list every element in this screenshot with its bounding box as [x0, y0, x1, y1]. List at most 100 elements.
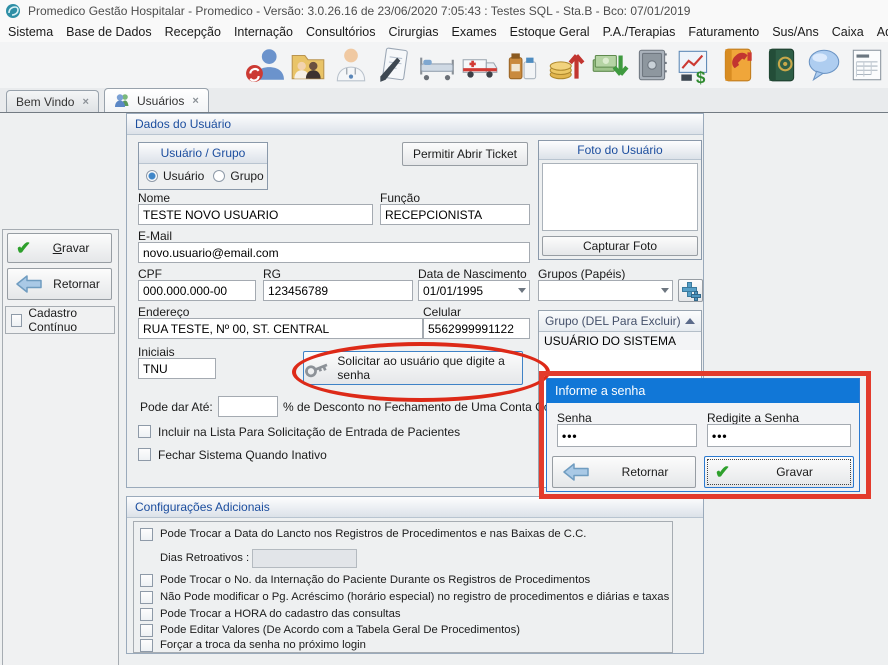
cadastro-continuo-label: Cadastro Contínuo [28, 306, 114, 334]
grupos-papeis-combo[interactable] [538, 280, 673, 301]
endereco-input[interactable] [138, 318, 423, 339]
ambulance-icon[interactable] [460, 45, 500, 85]
config-checkbox-4[interactable] [140, 624, 153, 637]
config-checkbox-3[interactable] [140, 608, 153, 621]
incluir-lista-label: Incluir na Lista Para Solicitação de Ent… [158, 425, 460, 439]
menu-sistema[interactable]: Sistema [3, 25, 58, 39]
finance-chart-icon[interactable]: $ [675, 45, 715, 85]
grupos-papeis-label: Grupos (Papéis) [538, 267, 625, 281]
config-checkbox-5[interactable] [140, 639, 153, 652]
fechar-sistema-label: Fechar Sistema Quando Inativo [158, 448, 327, 462]
radio-usuario[interactable] [146, 170, 158, 182]
tab-usuarios[interactable]: Usuários × [104, 88, 209, 112]
cpf-input[interactable] [138, 280, 256, 301]
title-bar: Promedico Gestão Hospitalar - Promedico … [0, 0, 888, 22]
config-checkbox-1[interactable] [140, 574, 153, 587]
incluir-lista-checkbox[interactable] [138, 425, 151, 438]
funcao-input[interactable] [380, 204, 530, 225]
usuario-grupo-radios: Usuário Grupo [139, 164, 267, 183]
dias-retroativos-label: Dias Retroativos : [160, 552, 249, 564]
svg-text:$: $ [696, 68, 706, 85]
desconto-prefix-label: Pode dar Até: [140, 400, 213, 414]
menu-estoque-geral[interactable]: Estoque Geral [505, 25, 595, 39]
config-adicionais-header: Configurações Adicionais [127, 497, 703, 518]
dados-usuario-header: Dados do Usuário [127, 114, 703, 135]
permitir-abrir-ticket-label: Permitir Abrir Ticket [413, 147, 517, 161]
config-label-0: Pode Trocar a Data do Lancto nos Registr… [160, 528, 586, 540]
fechar-sistema-checkbox[interactable] [138, 448, 151, 461]
menu-internacao[interactable]: Internação [229, 25, 298, 39]
endereco-label: Endereço [138, 305, 189, 319]
menu-cirurgias[interactable]: Cirurgias [384, 25, 444, 39]
radio-grupo[interactable] [213, 170, 225, 182]
cadastro-continuo-checkbox[interactable] [11, 314, 22, 327]
capturar-foto-label: Capturar Foto [583, 239, 657, 253]
nome-input[interactable] [138, 204, 373, 225]
menu-faturamento[interactable]: Faturamento [683, 25, 764, 39]
menu-pa-terapias[interactable]: P.A./Terapias [598, 25, 681, 39]
grupos-papeis-input[interactable] [538, 280, 673, 301]
gravar-label: Gravar [31, 241, 111, 255]
tab-bar: Bem Vindo × Usuários × [0, 88, 888, 112]
prescription-icon[interactable] [374, 45, 414, 85]
photo-box [542, 163, 698, 231]
config-checkbox-2[interactable] [140, 591, 153, 604]
usuario-grupo-header: Usuário / Grupo [139, 143, 267, 164]
plus-icon [681, 281, 701, 301]
report-icon[interactable] [847, 45, 887, 85]
retornar-label: Retornar [42, 277, 111, 291]
config-label-4: Pode Editar Valores (De Acordo com a Tab… [160, 624, 520, 636]
tab-bem-vindo-label: Bem Vindo [16, 95, 74, 109]
menu-exames[interactable]: Exames [447, 25, 502, 39]
app-window: Promedico Gestão Hospitalar - Promedico … [0, 0, 888, 665]
funcao-label: Função [380, 191, 420, 205]
grupo-row[interactable]: USUÁRIO DO SISTEMA [539, 332, 701, 350]
retornar-button[interactable]: Retornar [7, 268, 112, 300]
cadastro-continuo-box[interactable]: Cadastro Contínuo [5, 306, 115, 334]
nascimento-label: Data de Nascimento [418, 267, 527, 281]
pharmacy-icon[interactable] [503, 45, 543, 85]
doctor-icon[interactable] [331, 45, 371, 85]
chevron-down-icon[interactable] [518, 288, 526, 293]
safe-icon[interactable] [632, 45, 672, 85]
menu-caixa[interactable]: Caixa [827, 25, 869, 39]
window-title: Promedico Gestão Hospitalar - Promedico … [28, 4, 690, 18]
nascimento-input[interactable] [418, 280, 530, 301]
ledger-book-icon[interactable] [761, 45, 801, 85]
cpf-label: CPF [138, 267, 162, 281]
gravar-button[interactable]: ✔ Gravar [7, 233, 112, 263]
menu-sus-ans[interactable]: Sus/Ans [767, 25, 824, 39]
rg-input[interactable] [263, 280, 413, 301]
revenue-up-icon[interactable] [546, 45, 586, 85]
menu-recepcao[interactable]: Recepção [160, 25, 226, 39]
grupos-grid-header[interactable]: Grupo (DEL Para Excluir) [539, 311, 701, 332]
celular-input[interactable] [423, 318, 530, 339]
grupos-grid-header-label: Grupo (DEL Para Excluir) [545, 314, 681, 328]
chevron-down-icon[interactable] [661, 288, 669, 293]
add-group-button[interactable] [678, 279, 703, 302]
hospital-bed-icon[interactable] [417, 45, 457, 85]
email-label: E-Mail [138, 229, 172, 243]
desconto-input[interactable] [218, 396, 278, 417]
tab-usuarios-label: Usuários [137, 94, 184, 108]
menu-base-de-dados[interactable]: Base de Dados [61, 25, 156, 39]
sort-asc-icon[interactable] [685, 318, 695, 324]
users-folder-icon[interactable] [288, 45, 328, 85]
email-input[interactable] [138, 242, 530, 263]
phone-book-icon[interactable] [718, 45, 758, 85]
expense-down-icon[interactable] [589, 45, 629, 85]
chat-icon[interactable] [804, 45, 844, 85]
dias-retroativos-input [252, 549, 357, 568]
user-refresh-icon[interactable] [245, 45, 285, 85]
menu-administracao[interactable]: Administração [872, 25, 888, 39]
config-label-1: Pode Trocar o No. da Internação do Pacie… [160, 574, 590, 586]
nascimento-combo[interactable] [418, 280, 530, 301]
config-checkbox-0[interactable] [140, 528, 153, 541]
menu-consultorios[interactable]: Consultórios [301, 25, 380, 39]
tab-bem-vindo[interactable]: Bem Vindo × [6, 90, 99, 112]
tab-bem-vindo-close-icon[interactable]: × [82, 96, 88, 108]
capturar-foto-button[interactable]: Capturar Foto [542, 236, 698, 256]
tab-usuarios-close-icon[interactable]: × [192, 95, 198, 107]
permitir-abrir-ticket-button[interactable]: Permitir Abrir Ticket [402, 142, 528, 166]
iniciais-input[interactable] [138, 358, 216, 379]
